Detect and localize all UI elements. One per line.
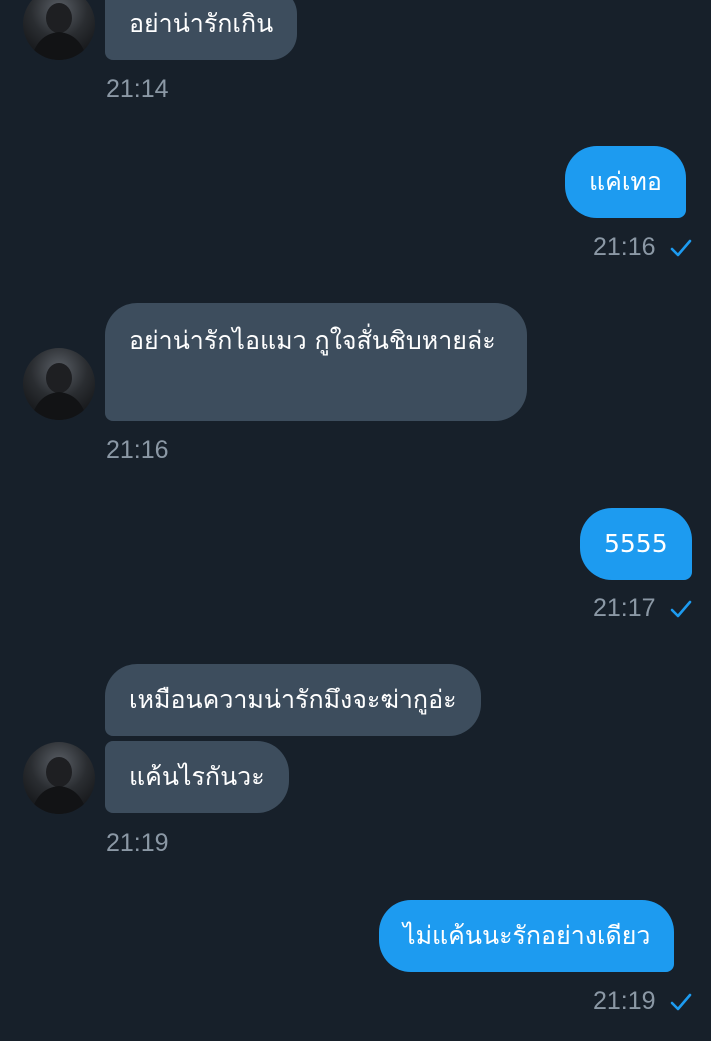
- outgoing-message-bubble[interactable]: ไม่แค้นนะรักอย่างเดียว: [379, 900, 675, 972]
- contact-avatar[interactable]: [23, 0, 95, 60]
- message-text: แค้นไรกันวะ: [129, 762, 265, 791]
- message-timestamp: 21:19: [593, 987, 656, 1015]
- message-text: อย่าน่ารักเกิน: [129, 9, 274, 38]
- message-timestamp: 21:14: [106, 75, 169, 103]
- contact-avatar[interactable]: [23, 742, 95, 814]
- message-text: ไม่แค้นนะรักอย่างเดียว: [403, 921, 651, 950]
- incoming-message-bubble[interactable]: อย่าน่ารักเกิน: [105, 0, 298, 60]
- message-timestamp: 21:16: [106, 436, 169, 464]
- read-check-icon: [670, 993, 692, 1011]
- message-text: เหมือนความน่ารักมึงจะฆ่ากูอ่ะ: [129, 685, 457, 714]
- message-text: แค่เทอ: [589, 167, 662, 196]
- avatar-photo-icon: [31, 363, 87, 420]
- message-timestamp: 21:16: [593, 233, 656, 261]
- read-check-icon: [670, 239, 692, 257]
- message-text: อย่าน่ารักไอแมว กูใจสั่นชิบหายล่ะ: [129, 326, 496, 355]
- incoming-message-bubble[interactable]: แค้นไรกันวะ: [105, 741, 289, 813]
- outgoing-message-bubble[interactable]: แค่เทอ: [565, 146, 686, 218]
- message-timestamp: 21:17: [593, 594, 656, 622]
- read-check-icon: [670, 600, 692, 618]
- message-text: 5555: [604, 529, 668, 558]
- message-timestamp: 21:19: [106, 829, 169, 857]
- contact-avatar[interactable]: [23, 348, 95, 420]
- incoming-message-bubble[interactable]: อย่าน่ารักไอแมว กูใจสั่นชิบหายล่ะ: [105, 303, 527, 421]
- outgoing-message-bubble[interactable]: 5555: [580, 508, 692, 580]
- avatar-photo-icon: [31, 757, 87, 814]
- chat-conversation: อย่าน่ารักเกิน 21:14 แค่เทอ 21:16 อย่าน่…: [0, 0, 711, 1041]
- avatar-photo-icon: [31, 3, 87, 60]
- incoming-message-bubble[interactable]: เหมือนความน่ารักมึงจะฆ่ากูอ่ะ: [105, 664, 481, 736]
